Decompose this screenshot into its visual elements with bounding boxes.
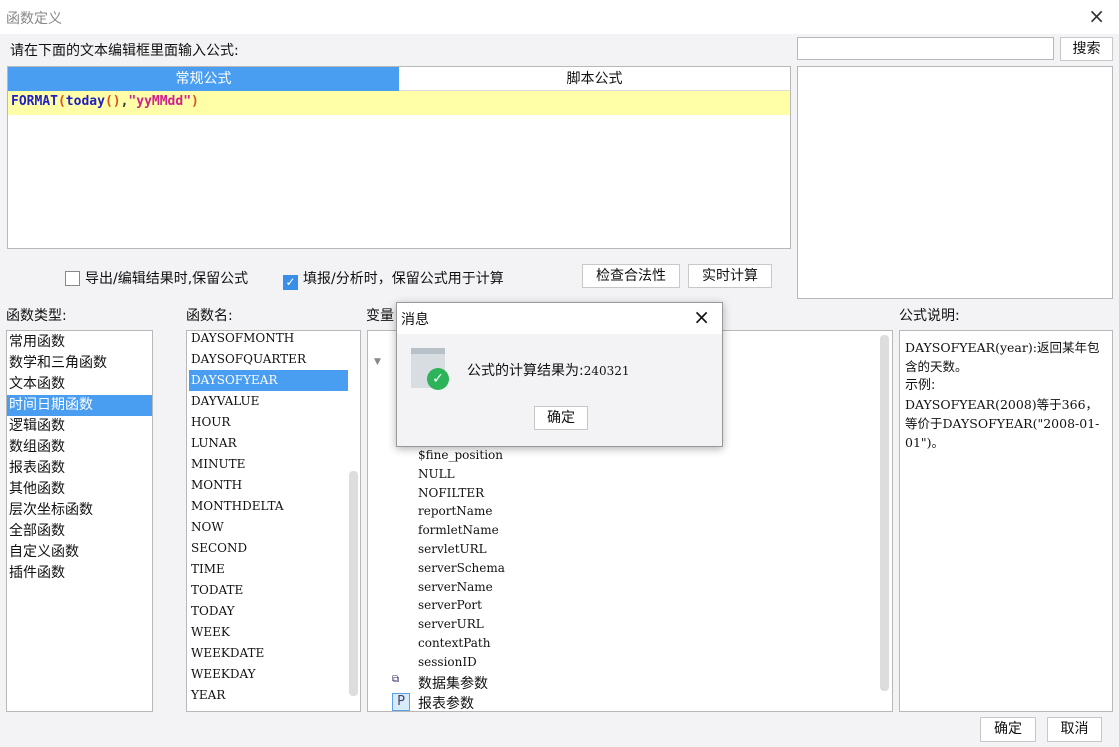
function-type-item[interactable]: 层次坐标函数 (7, 500, 152, 521)
tree-group-report-params[interactable]: 报表参数 (418, 693, 474, 713)
success-icon: ✓ (411, 348, 449, 390)
dialog-ok-button[interactable]: 确定 (534, 406, 588, 430)
variable-item[interactable]: formletName (418, 523, 499, 537)
variable-item[interactable]: contextPath (418, 636, 490, 650)
function-name-item[interactable]: WEEKDAY (189, 664, 348, 685)
dialog-title: 消息 (401, 312, 429, 328)
variable-item[interactable]: $fine_position (418, 448, 503, 462)
formula-function: FORMAT (11, 94, 58, 109)
function-type-item[interactable]: 逻辑函数 (7, 416, 152, 437)
checkbox-checked[interactable]: ✓ (283, 275, 298, 290)
function-name-item[interactable]: SECOND (189, 538, 348, 559)
function-name-item[interactable]: MINUTE (189, 454, 348, 475)
variable-item[interactable]: NOFILTER (418, 486, 484, 500)
names-label: 函数名: (186, 308, 233, 324)
function-type-item[interactable]: 数学和三角函数 (7, 353, 152, 374)
function-type-item[interactable]: 全部函数 (7, 521, 152, 542)
function-name-item[interactable]: WEEK (189, 622, 348, 643)
function-type-item[interactable]: 报表函数 (7, 458, 152, 479)
formula-paren: ) (191, 94, 199, 109)
editor-prompt: 请在下面的文本编辑框里面输入公式: (10, 43, 239, 59)
function-name-list[interactable]: DAYSOFMONTH DAYSOFQUARTER DAYSOFYEAR DAYVAL… (186, 330, 361, 712)
checkbox[interactable] (65, 271, 80, 286)
dialog-message: 公式的计算结果为:240321 (467, 360, 630, 380)
function-name-item[interactable]: DAYVALUE (189, 391, 348, 412)
title-bar (0, 0, 1119, 34)
message-text: 公式的计算结果为: (467, 363, 584, 379)
function-name-item[interactable]: MONTH (189, 475, 348, 496)
function-type-list[interactable]: 常用函数 数学和三角函数 文本函数 时间日期函数 逻辑函数 数组函数 报表函数 其他函数 层次坐… (6, 330, 153, 712)
option-keep-export[interactable]: 导出/编辑结果时,保留公式 (65, 268, 248, 288)
formula-description: DAYSOFYEAR(year):返回某年包含的天数。 示例: DAYSOFYE… (899, 330, 1113, 712)
option-label: 导出/编辑结果时,保留公式 (85, 271, 249, 287)
window-title: 函数定义 (6, 11, 62, 27)
variable-item[interactable]: NULL (418, 467, 455, 481)
desc-label: 公式说明: (899, 308, 960, 324)
variable-item[interactable]: serverPort (418, 598, 482, 612)
option-label: 填报/分析时，保留公式用于计算 (303, 271, 504, 287)
function-type-item[interactable]: 插件函数 (7, 563, 152, 584)
message-dialog: 消息 × ✓ 公式的计算结果为:240321 确定 (396, 302, 723, 447)
search-input[interactable] (797, 37, 1054, 60)
variable-item[interactable]: reportName (418, 504, 492, 518)
desc-line: DAYSOFYEAR(year):返回某年包含的天数。 (905, 340, 1100, 374)
ok-button[interactable]: 确定 (980, 717, 1036, 742)
variable-item[interactable]: serverSchema (418, 561, 505, 575)
option-keep-fill[interactable]: ✓ 填报/分析时，保留公式用于计算 (283, 268, 504, 290)
formula-arg: today (65, 94, 105, 109)
function-name-item[interactable]: TODATE (189, 580, 348, 601)
dataset-params-icon: ⧉ (392, 674, 400, 685)
function-type-item[interactable]: 时间日期函数 (7, 395, 152, 416)
function-name-item[interactable]: DAYSOFMONTH (189, 328, 348, 349)
check-validity-button[interactable]: 检查合法性 (582, 264, 680, 288)
formula-editor[interactable]: 常规公式 脚本公式 FORMAT(today(),"yyMMdd") (7, 66, 791, 249)
function-name-item[interactable]: DAYSOFQUARTER (189, 349, 348, 370)
function-type-item[interactable]: 文本函数 (7, 374, 152, 395)
function-name-item[interactable]: TODAY (189, 601, 348, 622)
function-type-item[interactable]: 数组函数 (7, 437, 152, 458)
function-name-item[interactable]: HOUR (189, 412, 348, 433)
formula-line[interactable]: FORMAT(today(),"yyMMdd") (8, 91, 790, 115)
function-type-item[interactable]: 其他函数 (7, 479, 152, 500)
scrollbar[interactable] (349, 471, 358, 696)
scrollbar[interactable] (880, 335, 889, 691)
function-name-item[interactable]: LUNAR (189, 433, 348, 454)
formula-string: "yyMMdd" (128, 94, 192, 109)
variable-item[interactable]: servletURL (418, 542, 487, 556)
function-name-item[interactable]: TIME (189, 559, 348, 580)
report-params-icon: P (392, 693, 410, 711)
tree-group-dataset-params[interactable]: 数据集参数 (418, 673, 488, 693)
formula-paren: () (104, 94, 121, 109)
tab-script-formula[interactable]: 脚本公式 (399, 67, 790, 91)
expand-arrow-icon[interactable]: ▼ (374, 357, 381, 367)
variable-item[interactable]: sessionID (418, 655, 477, 669)
search-results[interactable] (797, 66, 1113, 299)
function-name-item[interactable]: MONTHDELTA (189, 496, 348, 517)
result-value: 240321 (583, 364, 630, 378)
tab-regular-formula[interactable]: 常规公式 (8, 67, 399, 91)
window-close-button[interactable]: × (1088, 4, 1105, 28)
function-name-item[interactable]: DAYSOFYEAR (189, 370, 348, 391)
variable-item[interactable]: serverName (418, 580, 493, 594)
desc-line: 示例: (905, 378, 936, 393)
search-button[interactable]: 搜索 (1060, 37, 1113, 61)
formula-paren: ( (57, 94, 66, 109)
vars-label: 变量 (366, 308, 394, 324)
cancel-button[interactable]: 取消 (1047, 717, 1102, 742)
realtime-calc-button[interactable]: 实时计算 (688, 264, 772, 288)
function-type-item[interactable]: 常用函数 (7, 332, 152, 353)
function-name-item[interactable]: NOW (189, 517, 348, 538)
variable-item[interactable]: serverURL (418, 617, 484, 631)
types-label: 函数类型: (6, 308, 67, 324)
desc-line: DAYSOFYEAR(2008)等于366，等价于DAYSOFYEAR("200… (905, 397, 1100, 450)
function-name-item[interactable]: YEAR (189, 685, 348, 706)
dialog-close-button[interactable]: × (693, 305, 710, 329)
function-name-item[interactable]: WEEKDATE (189, 643, 348, 664)
function-type-item[interactable]: 自定义函数 (7, 542, 152, 563)
